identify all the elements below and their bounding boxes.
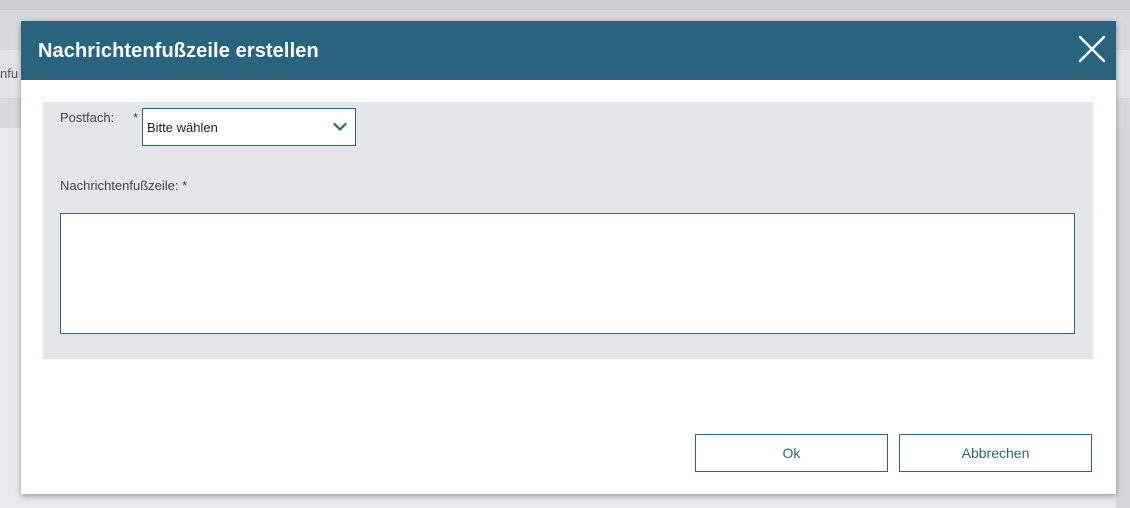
dialog-header: Nachrichtenfußzeile erstellen: [21, 21, 1116, 80]
postfach-required-marker: *: [133, 110, 139, 125]
background-scroll-area: [1116, 128, 1130, 508]
background-truncated-text: nfu: [0, 66, 19, 81]
footer-label: Nachrichtenfußzeile: *: [60, 178, 188, 193]
create-footer-dialog: Nachrichtenfußzeile erstellen Postfach: …: [21, 21, 1116, 494]
close-button[interactable]: [1074, 31, 1110, 67]
postfach-select[interactable]: Bitte wählen: [142, 108, 356, 146]
footer-textarea[interactable]: [60, 213, 1075, 334]
cancel-button[interactable]: Abbrechen: [899, 434, 1092, 472]
close-icon: [1078, 35, 1106, 63]
form-panel: Postfach: * Bitte wählen Nachrichtenfußz…: [43, 102, 1093, 359]
postfach-label: Postfach:: [60, 110, 115, 125]
ok-button[interactable]: Ok: [695, 434, 888, 472]
dialog-title: Nachrichtenfußzeile erstellen: [38, 40, 319, 62]
postfach-select-value: Bitte wählen: [147, 120, 218, 135]
background-topbar: [0, 0, 1130, 10]
chevron-down-icon: [333, 122, 347, 131]
